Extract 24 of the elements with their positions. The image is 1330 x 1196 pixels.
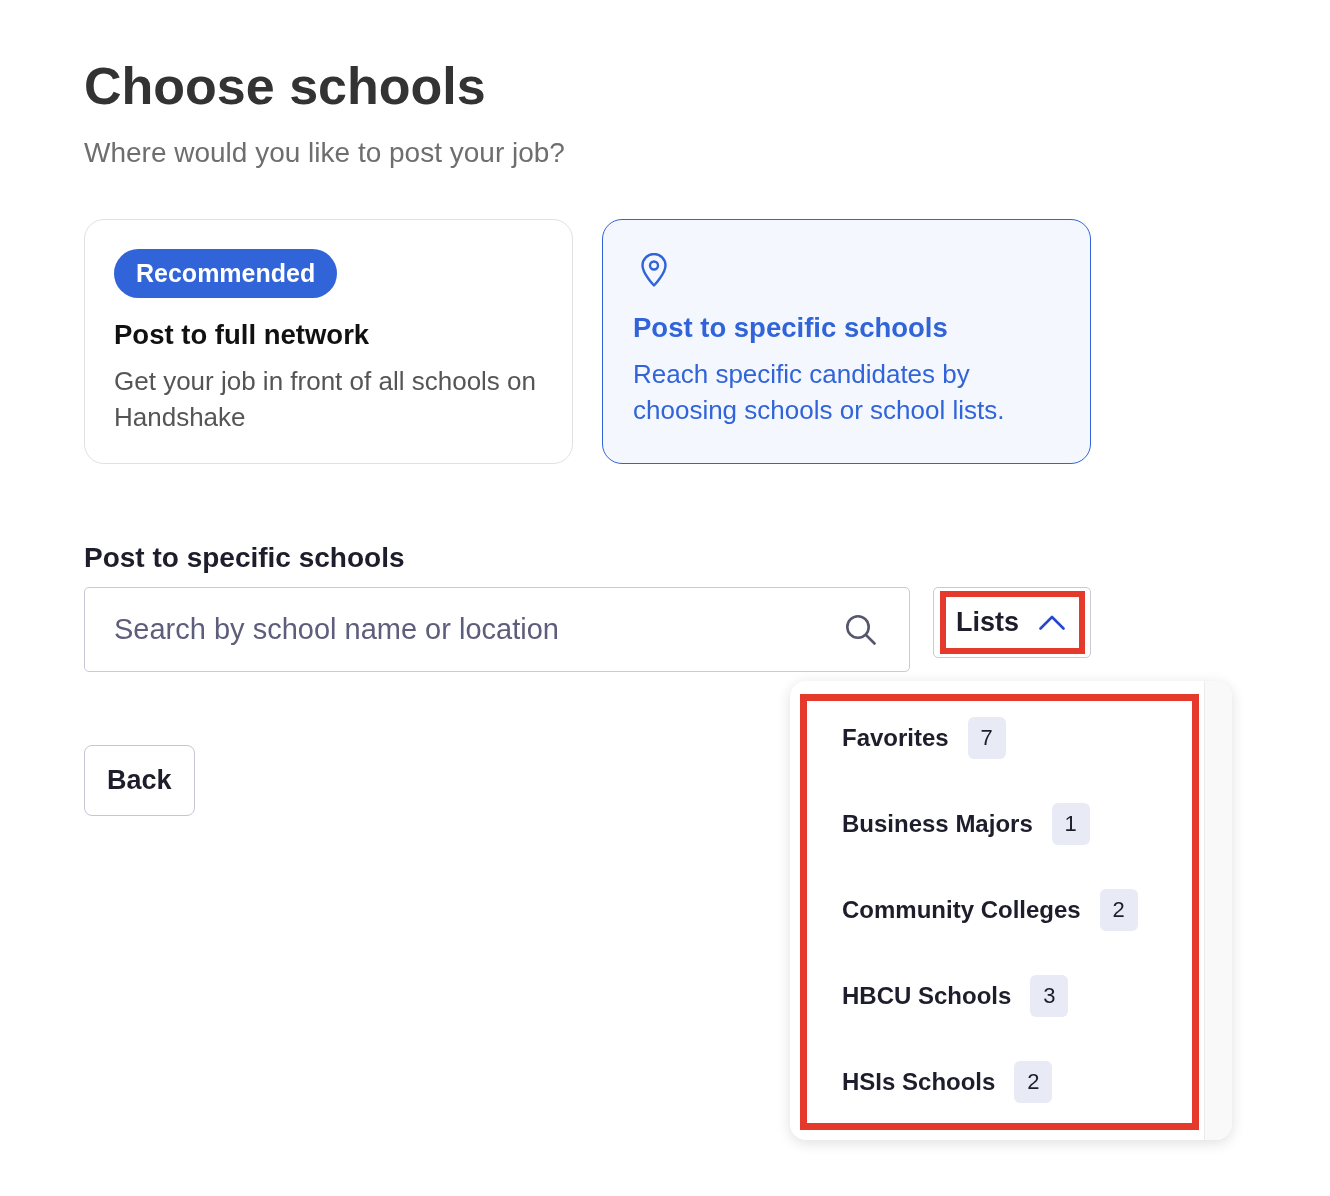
option-description: Reach specific candidates by choosing schools or school lists. <box>633 358 1006 427</box>
list-menu-item[interactable]: HSIs Schools 2 <box>842 1061 1053 1103</box>
page-title: Choose schools <box>84 56 486 116</box>
option-title: Post to specific schools <box>633 311 948 345</box>
search-field[interactable]: Search by school name or location <box>84 587 910 672</box>
search-icon <box>845 614 876 645</box>
list-menu-item[interactable]: Favorites 7 <box>842 717 1006 759</box>
count-badge: 2 <box>1014 1061 1053 1103</box>
list-menu-item[interactable]: HBCU Schools 3 <box>842 975 1069 1017</box>
count-badge: 2 <box>1099 889 1138 931</box>
count-badge: 1 <box>1051 803 1090 845</box>
option-card[interactable]: Recommended Post to full network Get your job in front of all schools on Handshake <box>84 219 573 464</box>
section-label: Post to specific schools <box>84 541 405 575</box>
list-menu-item[interactable]: Community Colleges 2 <box>842 889 1138 931</box>
option-card[interactable]: Post to specific schools Reach specific candidates by choosing schools or school lists. <box>602 219 1091 464</box>
count-badge: 3 <box>1030 975 1069 1017</box>
page-subtitle: Where would you like to post your job? <box>84 136 565 170</box>
count-badge: 7 <box>967 717 1006 759</box>
option-title: Post to full network <box>114 318 370 352</box>
recommended-badge: Recommended <box>114 249 338 298</box>
option-description: Get your job in front of all schools on Handshake <box>114 365 537 434</box>
map-pin-icon <box>640 253 668 287</box>
list-menu-item[interactable]: Business Majors 1 <box>842 803 1090 845</box>
back-button[interactable]: Back <box>84 745 195 816</box>
